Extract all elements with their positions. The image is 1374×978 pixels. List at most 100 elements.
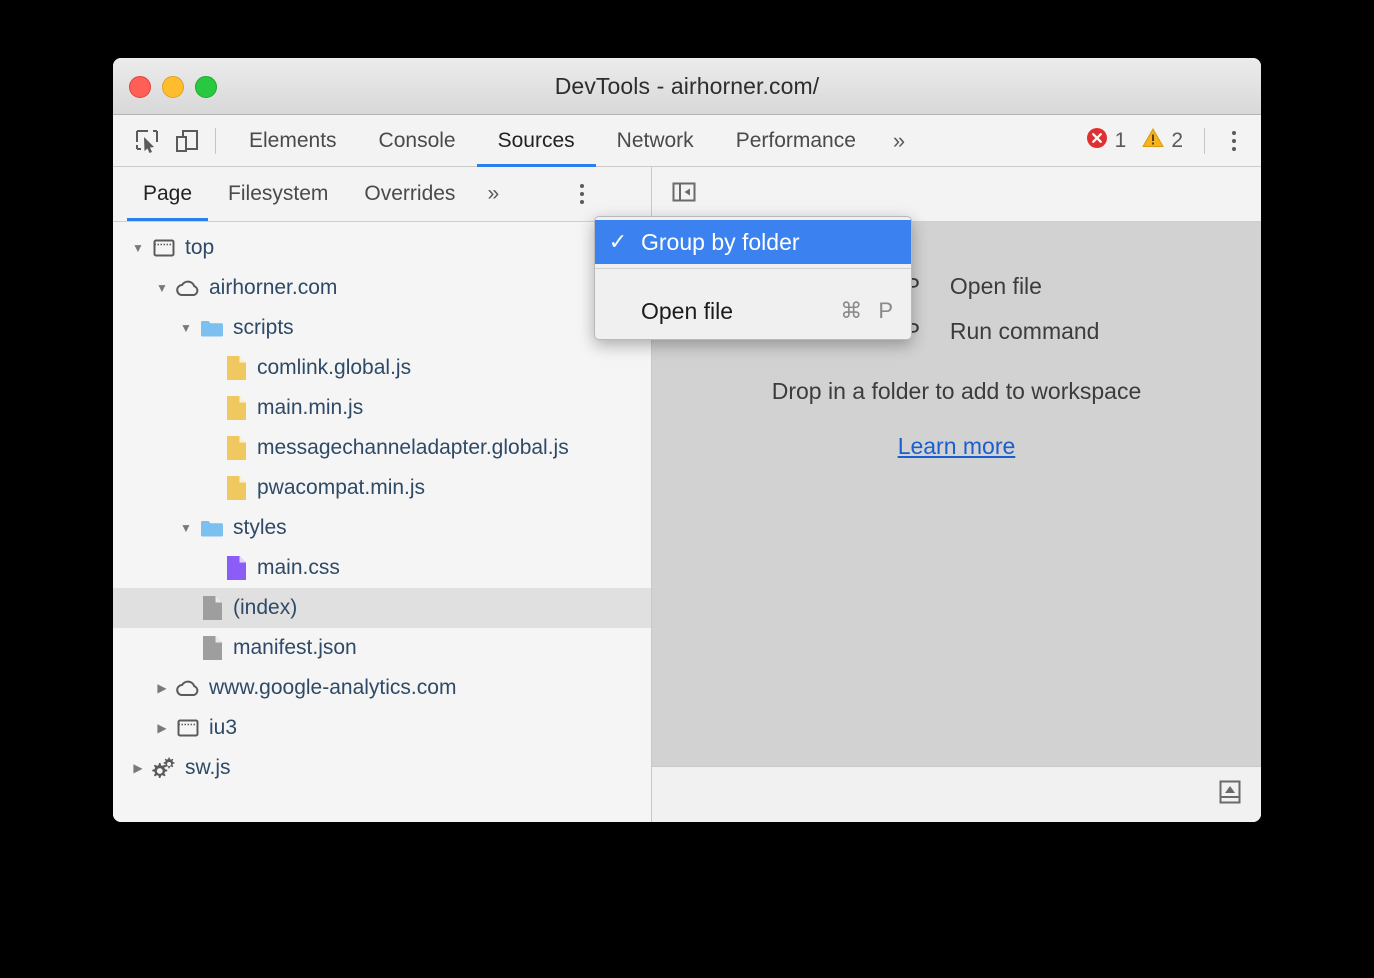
traffic-lights — [129, 76, 217, 98]
zoom-button[interactable] — [195, 76, 217, 98]
chevron-double-right-icon: » — [893, 128, 905, 154]
tree-row[interactable]: ▼ styles — [113, 508, 651, 548]
warning-count: 2 — [1171, 129, 1183, 153]
file-tree: ▼ top ▼ airhorner.com ▼ scripts ▶ comlink.globa… — [113, 222, 651, 822]
service-worker-icon — [149, 755, 179, 781]
device-toolbar-icon[interactable] — [167, 122, 207, 160]
menu-item-open-file-shortcut: ⌘ P — [830, 298, 893, 324]
tree-row[interactable]: ▶ comlink.global.js — [113, 348, 651, 388]
disclosure-triangle-placeholder: ▶ — [199, 481, 221, 495]
learn-more-link[interactable]: Learn more — [898, 433, 1016, 460]
disclosure-triangle-placeholder: ▶ — [175, 601, 197, 615]
document-icon — [197, 635, 227, 661]
disclosure-triangle-placeholder: ▶ — [199, 361, 221, 375]
disclosure-triangle-collapsed-icon[interactable]: ▶ — [127, 761, 149, 775]
drop-folder-hint: Drop in a folder to add to workspace — [772, 378, 1141, 405]
tree-row[interactable]: ▼ scripts — [113, 308, 651, 348]
inspect-cursor-icon[interactable] — [127, 122, 167, 160]
tab-console[interactable]: Console — [358, 115, 477, 167]
tree-row[interactable]: ▶www.google-analytics.com — [113, 668, 651, 708]
check-icon: ✓ — [595, 229, 641, 255]
kebab-dot — [1232, 131, 1236, 135]
disclosure-triangle-collapsed-icon[interactable]: ▶ — [151, 721, 173, 735]
issue-counters[interactable]: 1 2 — [1086, 127, 1192, 155]
nav-tab-filesystem[interactable]: Filesystem — [210, 167, 346, 221]
tree-row[interactable]: ▶ (index) — [113, 588, 651, 628]
tree-row-label: main.css — [257, 556, 340, 580]
tab-sources[interactable]: Sources — [477, 115, 596, 167]
warning-icon — [1142, 127, 1164, 155]
tree-row-label: sw.js — [185, 756, 231, 780]
tab-performance[interactable]: Performance — [715, 115, 877, 167]
tree-row-label: comlink.global.js — [257, 356, 411, 380]
tree-row-label: (index) — [233, 596, 297, 620]
disclosure-triangle-expanded-icon[interactable]: ▼ — [127, 241, 149, 255]
tree-row[interactable]: ▶main.css — [113, 548, 651, 588]
tree-row-label: messagechanneladapter.global.js — [257, 436, 569, 460]
menu-item-group-by-folder[interactable]: ✓ Group by folder — [595, 220, 911, 264]
navigator-menu-button[interactable] — [565, 167, 599, 221]
show-drawer-icon[interactable] — [1215, 777, 1245, 812]
window-title: DevTools - airhorner.com/ — [113, 73, 1261, 100]
tab-sources-label: Sources — [498, 129, 575, 153]
tab-performance-label: Performance — [736, 129, 856, 153]
kebab-dot — [580, 200, 584, 204]
tree-row-label: styles — [233, 516, 287, 540]
devtools-window: DevTools - airhorner.com/ Elements — [113, 58, 1261, 822]
error-count: 1 — [1115, 129, 1127, 153]
main-menu-button[interactable] — [1217, 122, 1251, 160]
tree-row-label: airhorner.com — [209, 276, 337, 300]
panel-tabs: Elements Console Sources Network Perform… — [228, 115, 921, 167]
error-icon — [1086, 127, 1108, 155]
devtools-main-toolbar: Elements Console Sources Network Perform… — [113, 115, 1261, 167]
kebab-dot — [580, 192, 584, 196]
tree-row[interactable]: ▶messagechanneladapter.global.js — [113, 428, 651, 468]
menu-item-open-file[interactable]: Open file ⌘ P — [595, 289, 911, 333]
tree-row-label: main.min.js — [257, 396, 363, 420]
disclosure-triangle-placeholder: ▶ — [199, 401, 221, 415]
frame-icon — [173, 716, 203, 740]
hint-label-run-command: Run command — [950, 309, 1100, 354]
window-titlebar: DevTools - airhorner.com/ — [113, 58, 1261, 115]
tab-network[interactable]: Network — [596, 115, 715, 167]
tab-network-label: Network — [617, 129, 694, 153]
disclosure-triangle-expanded-icon[interactable]: ▼ — [175, 321, 197, 335]
tree-row[interactable]: ▼ airhorner.com — [113, 268, 651, 308]
tree-row[interactable]: ▶ main.min.js — [113, 388, 651, 428]
close-button[interactable] — [129, 76, 151, 98]
kebab-dot — [1232, 139, 1236, 143]
disclosure-triangle-expanded-icon[interactable]: ▼ — [151, 281, 173, 295]
minimize-button[interactable] — [162, 76, 184, 98]
tree-row[interactable]: ▶pwacompat.min.js — [113, 468, 651, 508]
tree-row[interactable]: ▼ top — [113, 228, 651, 268]
nav-tab-overrides-label: Overrides — [364, 182, 455, 206]
tree-row-label: manifest.json — [233, 636, 357, 660]
tree-row[interactable]: ▶ sw.js — [113, 748, 651, 788]
tab-console-label: Console — [379, 129, 456, 153]
disclosure-triangle-collapsed-icon[interactable]: ▶ — [151, 681, 173, 695]
screen: DevTools - airhorner.com/ Elements — [0, 0, 1374, 978]
tree-row[interactable]: ▶iu3 — [113, 708, 651, 748]
navigator-tabs-overflow-button[interactable]: » — [473, 167, 513, 221]
tab-elements[interactable]: Elements — [228, 115, 358, 167]
menu-item-group-by-folder-label: Group by folder — [641, 229, 893, 256]
document-icon — [197, 595, 227, 621]
panel-tabs-overflow-button[interactable]: » — [877, 115, 921, 167]
disclosure-triangle-expanded-icon[interactable]: ▼ — [175, 521, 197, 535]
navigator-pane: Page Filesystem Overrides » — [113, 167, 652, 822]
tree-row[interactable]: ▶manifest.json — [113, 628, 651, 668]
cloud-icon — [173, 677, 203, 699]
tab-elements-label: Elements — [249, 129, 337, 153]
js-file-icon — [221, 435, 251, 461]
nav-tab-page[interactable]: Page — [125, 167, 210, 221]
menu-item-open-file-label: Open file — [641, 298, 830, 325]
js-file-icon — [221, 395, 251, 421]
nav-tab-filesystem-label: Filesystem — [228, 182, 328, 206]
nav-tab-overrides[interactable]: Overrides — [346, 167, 473, 221]
tree-row-label: top — [185, 236, 214, 260]
collapse-sidebar-icon[interactable] — [670, 178, 698, 211]
tree-row-label: scripts — [233, 316, 294, 340]
key-cmd: ⌘ — [840, 298, 862, 323]
folder-icon — [197, 518, 227, 538]
nav-tab-page-label: Page — [143, 182, 192, 206]
